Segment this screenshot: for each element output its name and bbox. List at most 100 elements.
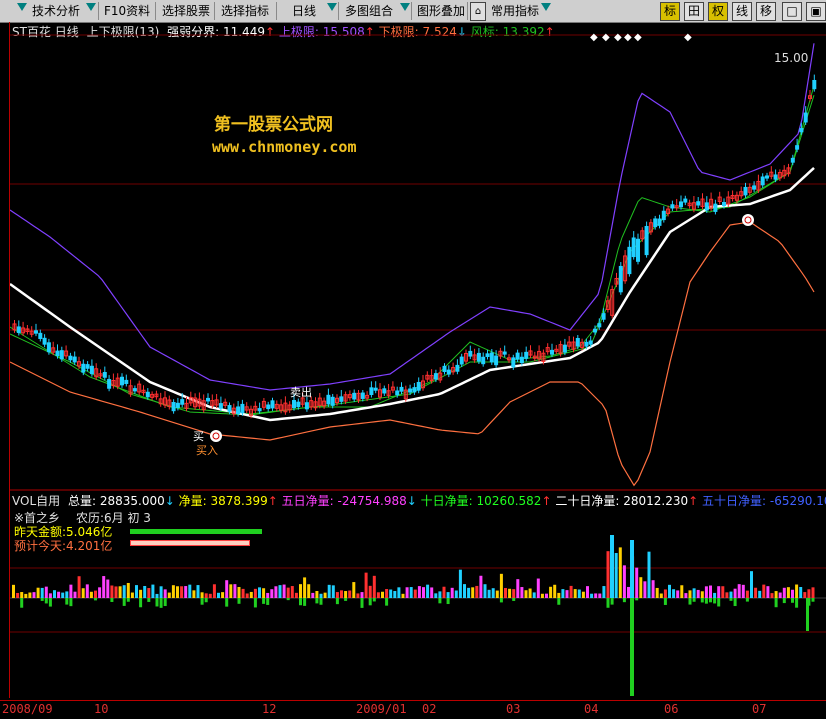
volume-bar — [680, 585, 684, 598]
candle — [270, 400, 275, 409]
net-volume-bar — [126, 598, 130, 602]
volume-bar — [594, 593, 598, 598]
net-volume-bar — [319, 598, 323, 605]
menu-tech-analysis[interactable]: 技术分析 — [28, 1, 84, 21]
net-volume-bar — [315, 598, 319, 604]
net-volume-bar — [40, 598, 44, 601]
menu-overlay[interactable]: 图形叠加 — [413, 1, 469, 21]
volume-bar — [561, 589, 565, 598]
net-volume-bar — [630, 598, 634, 696]
menu-select-stock[interactable]: 选择股票 — [158, 1, 214, 21]
volume-bar — [40, 587, 44, 598]
x-label: 03 — [506, 702, 521, 716]
move-button[interactable]: 移 — [756, 2, 776, 21]
candle — [773, 174, 778, 180]
volume-bar — [48, 593, 52, 598]
net-volume-bar — [237, 598, 241, 604]
lock-icon[interactable]: ⌂ — [470, 2, 486, 21]
dropdown-arrow-icon[interactable] — [17, 3, 27, 11]
candle — [218, 403, 223, 409]
volume-bar — [208, 593, 212, 598]
candle — [593, 328, 597, 333]
net-volume-bar — [745, 598, 749, 602]
volume-bar — [102, 576, 106, 598]
volume-bar — [376, 592, 380, 598]
volume-bar — [110, 585, 114, 598]
candle — [124, 379, 129, 384]
window-icon[interactable]: □ — [782, 2, 802, 21]
separator — [155, 2, 156, 20]
volume-bar — [368, 585, 372, 598]
volume-bar — [155, 593, 159, 598]
candle — [296, 401, 301, 408]
candle — [433, 373, 438, 380]
dropdown-arrow-icon[interactable] — [400, 3, 410, 11]
net-volume-bar — [385, 598, 389, 606]
candle — [683, 198, 688, 203]
volume-bar — [577, 589, 581, 598]
candle — [34, 330, 38, 334]
volume-bar — [520, 587, 524, 598]
volume-bar — [627, 586, 630, 598]
volume-bar — [36, 587, 40, 598]
volume-bar — [602, 586, 606, 598]
menu-f10[interactable]: F10资料 — [100, 1, 154, 21]
volume-bar — [266, 592, 270, 598]
lower-band-line — [10, 221, 815, 487]
candle — [511, 357, 516, 368]
grid-icon[interactable]: 田 — [684, 2, 704, 21]
net-volume-bar — [806, 598, 809, 631]
volume-bar — [450, 587, 454, 598]
candle — [292, 400, 296, 409]
volume-bar — [426, 584, 430, 598]
volume-bar — [795, 584, 799, 598]
menu-select-indicator[interactable]: 选择指标 — [217, 1, 273, 21]
menu-common-indicators[interactable]: 常用指标 — [487, 1, 543, 21]
line-button[interactable]: 线 — [732, 2, 752, 21]
volume-bar — [750, 571, 753, 598]
mark-button[interactable]: 标 — [660, 2, 680, 21]
menu-multi-chart[interactable]: 多图组合 — [341, 1, 397, 21]
volume-bar — [180, 586, 184, 598]
net-volume-bar — [303, 598, 307, 606]
volume-bar — [463, 584, 466, 598]
dropdown-arrow-icon[interactable] — [327, 3, 337, 11]
candle — [206, 397, 210, 402]
volume-bar — [188, 584, 192, 598]
volume-bar — [319, 593, 323, 598]
net-volume-bar — [20, 598, 24, 608]
volume-bar — [532, 592, 536, 598]
net-volume-bar — [688, 598, 692, 605]
volume-bar — [385, 589, 389, 598]
volume-bar — [774, 591, 778, 598]
candle — [696, 201, 701, 206]
net-volume-bar — [635, 598, 639, 601]
x-label: 04 — [584, 702, 599, 716]
candle — [89, 365, 94, 375]
separator — [411, 2, 412, 20]
candle — [382, 388, 387, 394]
volume-bar — [372, 575, 376, 598]
net-volume-bar — [155, 598, 159, 607]
net-volume-bar — [110, 598, 114, 602]
volume-bar — [221, 592, 225, 598]
candle — [339, 396, 344, 402]
volume-bar — [98, 587, 102, 598]
maximize-icon[interactable]: ▣ — [806, 2, 826, 21]
volume-bar — [311, 592, 315, 598]
menu-daily[interactable]: 日线 — [288, 1, 320, 21]
candle — [408, 388, 413, 393]
candle — [442, 365, 447, 373]
volume-bar — [659, 593, 663, 598]
rights-button[interactable]: 权 — [708, 2, 728, 21]
dropdown-arrow-icon[interactable] — [86, 3, 96, 11]
net-volume-bar — [48, 598, 52, 607]
volume-bar — [118, 586, 122, 598]
dropdown-arrow-icon[interactable] — [541, 3, 551, 11]
net-volume-bar — [262, 598, 266, 604]
net-volume-bar — [774, 598, 778, 608]
net-volume-bar — [729, 598, 733, 601]
candle — [670, 204, 675, 209]
candle — [679, 201, 683, 208]
volume-bar — [458, 569, 462, 598]
